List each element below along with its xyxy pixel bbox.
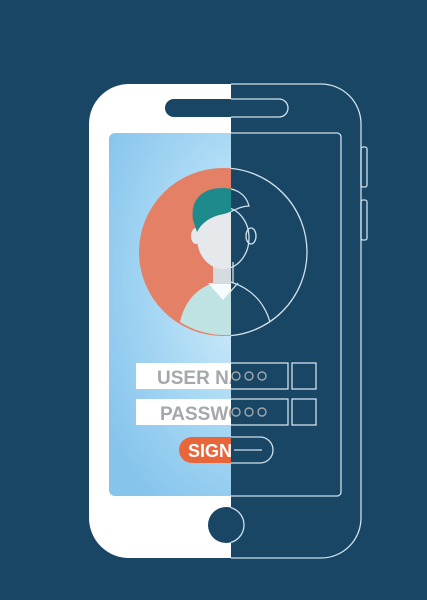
username-dot-2 bbox=[244, 371, 254, 381]
side-button-lower bbox=[360, 199, 368, 241]
side-button-upper bbox=[360, 146, 368, 188]
username-dot-1 bbox=[231, 371, 241, 381]
avatar-ear-outline bbox=[245, 227, 257, 245]
username-dot-3 bbox=[257, 371, 267, 381]
password-dot-1 bbox=[231, 407, 241, 417]
password-dot-3 bbox=[257, 407, 267, 417]
login-phone-illustration: USER NA PASSWO SIGN bbox=[0, 0, 427, 600]
avatar-ear bbox=[191, 228, 201, 244]
speaker-slot-icon bbox=[165, 99, 231, 117]
filled-half bbox=[89, 84, 231, 558]
password-field-box bbox=[291, 398, 317, 426]
avatar-icon bbox=[139, 168, 231, 336]
username-label: USER NA bbox=[157, 368, 243, 389]
username-field-box bbox=[291, 362, 317, 390]
password-label: PASSWO bbox=[160, 404, 243, 425]
input-dots bbox=[231, 371, 267, 417]
password-dot-2 bbox=[244, 407, 254, 417]
phone-illustration-canvas: USER NA PASSWO SIGN bbox=[89, 83, 368, 559]
sign-button-label: SIGN bbox=[188, 441, 232, 461]
